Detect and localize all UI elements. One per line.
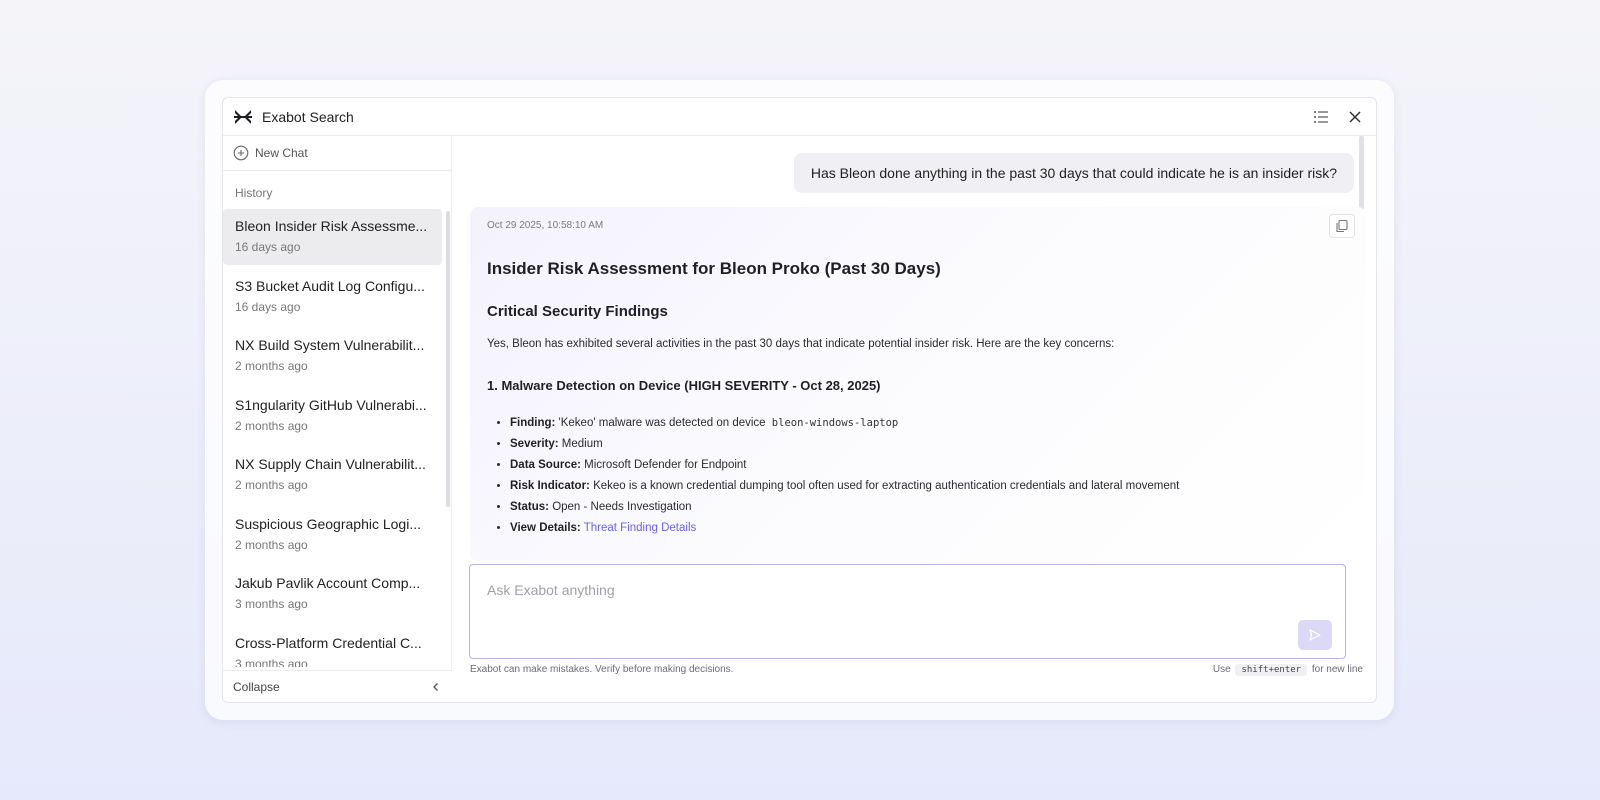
exabot-window: Exabot Search New Chat History Bleon Ins…	[222, 97, 1377, 703]
list-view-button[interactable]	[1310, 106, 1332, 128]
history-sidebar: New Chat History Bleon Insider Risk Asse…	[223, 136, 452, 702]
answer-heading: Insider Risk Assessment for Bleon Proko …	[487, 259, 941, 278]
exabot-logo-icon	[234, 109, 252, 124]
finding-bullet: Finding: 'Kekeo' malware was detected on…	[510, 416, 1349, 437]
history-item-title: S3 Bucket Audit Log Configu...	[235, 277, 425, 294]
bullet-text: Open - Needs Investigation	[552, 501, 692, 513]
history-item-title: NX Build System Vulnerabilit...	[235, 337, 425, 353]
message-input[interactable]	[470, 565, 1345, 625]
user-message: Has Bleon done anything in the past 30 d…	[793, 153, 1354, 193]
history-item[interactable]: Bleon Insider Risk Assessme... 16 days a…	[223, 209, 442, 265]
chat-panel: Has Bleon done anything in the past 30 d…	[453, 136, 1376, 702]
send-button[interactable]	[1298, 620, 1332, 650]
answer-intro: Yes, Bleon has exhibited several activit…	[487, 338, 1115, 350]
copy-button[interactable]	[1329, 214, 1355, 238]
window-title: Exabot Search	[262, 108, 354, 125]
chevron-left-icon	[433, 682, 438, 691]
bullet-text: Microsoft Defender for Endpoint	[584, 459, 747, 471]
history-list: Bleon Insider Risk Assessme... 16 days a…	[223, 209, 452, 667]
history-item-time: 16 days ago	[235, 299, 301, 314]
answer-subheading: Critical Security Findings	[487, 303, 668, 320]
history-item[interactable]: Jakub Pavlik Account Comp... 3 months ag…	[223, 566, 442, 622]
shortcut-key: shift+enter	[1235, 664, 1308, 676]
history-heading: History	[235, 186, 273, 200]
bullet-label: Status:	[510, 501, 549, 513]
history-item-time: 3 months ago	[235, 656, 308, 668]
send-icon	[1309, 629, 1321, 641]
close-icon	[1349, 110, 1361, 123]
hint-prefix: Use	[1212, 664, 1231, 675]
history-item[interactable]: Suspicious Geographic Logi... 2 months a…	[223, 507, 442, 563]
copy-icon	[1336, 219, 1348, 233]
message-composer	[469, 564, 1346, 659]
device-name-code: bleon-windows-laptop	[771, 417, 899, 429]
message-timestamp: Oct 29 2025, 10:58:10 AM	[487, 220, 604, 231]
history-item[interactable]: S3 Bucket Audit Log Configu... 16 days a…	[223, 269, 442, 325]
view-details-bullet: View Details: Threat Finding Details	[510, 521, 1349, 542]
history-item-time: 2 months ago	[235, 418, 308, 433]
history-item-title: NX Supply Chain Vulnerabilit...	[235, 456, 426, 472]
history-item[interactable]: S1ngularity GitHub Vulnerabi... 2 months…	[223, 388, 442, 444]
assistant-message: Oct 29 2025, 10:58:10 AM Insider Risk As…	[470, 207, 1366, 561]
history-item-title: Jakub Pavlik Account Comp...	[235, 575, 421, 591]
severity-bullet: Severity: Medium	[510, 437, 1349, 458]
history-item[interactable]: NX Build System Vulnerabilit... 2 months…	[223, 328, 442, 384]
disclaimer-text: Exabot can make mistakes. Verify before …	[470, 664, 734, 675]
hint-suffix: for new line	[1311, 664, 1363, 675]
title-bar: Exabot Search	[223, 98, 1376, 136]
bullet-label: View Details:	[510, 522, 581, 534]
finding-section-title: 1. Malware Detection on Device (HIGH SEV…	[487, 378, 881, 393]
history-item-time: 16 days ago	[235, 240, 301, 254]
history-item-time: 3 months ago	[235, 597, 308, 611]
history-item-time: 2 months ago	[235, 537, 308, 552]
new-chat-button[interactable]: New Chat	[223, 136, 451, 171]
bullet-text: Medium	[561, 438, 603, 450]
data-source-bullet: Data Source: Microsoft Defender for Endp…	[510, 458, 1349, 479]
collapse-label: Collapse	[233, 679, 280, 694]
bullet-text: Kekeo is a known credential dumping tool…	[593, 480, 1180, 492]
history-item-title: Cross-Platform Credential C...	[235, 634, 422, 651]
close-button[interactable]	[1344, 106, 1366, 128]
new-chat-label: New Chat	[255, 146, 308, 160]
bullet-label: Data Source:	[510, 459, 581, 471]
bullet-label: Finding:	[510, 417, 556, 429]
threat-finding-details-link[interactable]: Threat Finding Details	[584, 522, 697, 534]
history-item[interactable]: Cross-Platform Credential C... 3 months …	[223, 626, 442, 668]
list-icon	[1314, 110, 1328, 123]
bullet-text: 'Kekeo' malware was detected on device	[558, 417, 766, 429]
history-item-time: 2 months ago	[235, 359, 308, 373]
finding-details-list: Finding: 'Kekeo' malware was detected on…	[487, 416, 1349, 542]
collapse-button[interactable]: Collapse	[223, 670, 452, 702]
sidebar-scrollbar[interactable]	[446, 211, 450, 507]
history-item-time: 2 months ago	[235, 478, 308, 492]
bullet-label: Risk Indicator:	[510, 480, 590, 492]
plus-circle-icon	[233, 145, 249, 161]
history-item[interactable]: NX Supply Chain Vulnerabilit... 2 months…	[223, 447, 442, 503]
risk-indicator-bullet: Risk Indicator: Kekeo is a known credent…	[510, 479, 1349, 500]
history-item-title: Bleon Insider Risk Assessme...	[235, 218, 428, 234]
bullet-label: Severity:	[510, 438, 559, 450]
history-item-title: Suspicious Geographic Logi...	[235, 515, 421, 532]
status-bullet: Status: Open - Needs Investigation	[510, 500, 1349, 521]
keyboard-hint: Use shift+enter for new line	[1212, 664, 1363, 676]
history-item-title: S1ngularity GitHub Vulnerabi...	[235, 396, 427, 413]
